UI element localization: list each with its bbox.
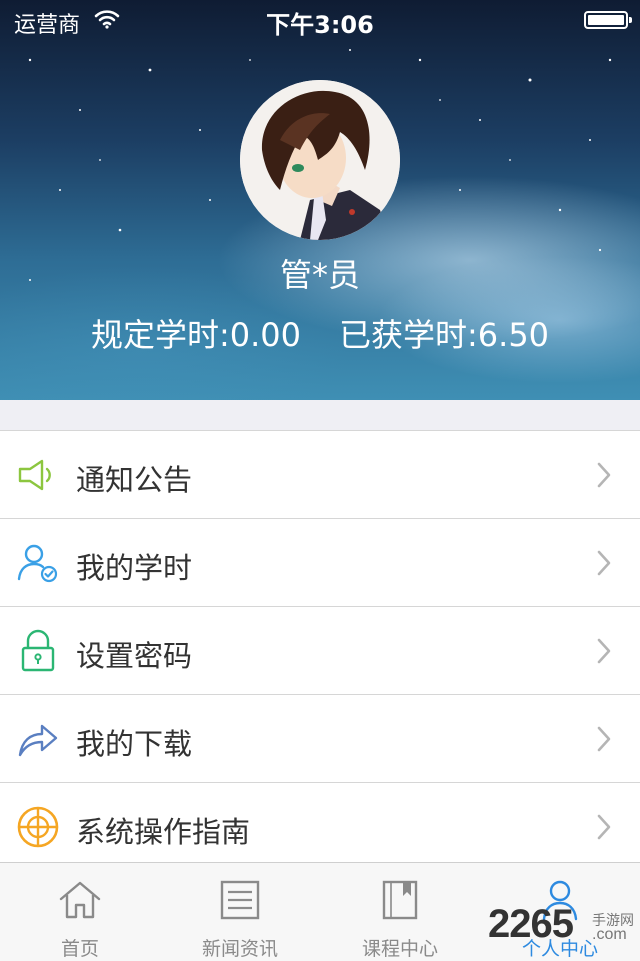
tab-news[interactable]: 新闻资讯 [160,863,320,961]
clock: 下午3:06 [266,11,374,39]
menu-item-label: 系统操作指南 [76,815,251,849]
chevron-right-icon [597,638,611,664]
chevron-right-icon [597,550,611,576]
profile-header: 运营商 下午3:06 管*员 规定学时:0.00 已获学时:6.50 [0,0,640,400]
avatar-image [240,80,400,240]
menu-item-system-guide[interactable]: 系统操作指南 [0,783,640,871]
avatar[interactable] [240,80,400,240]
watermark-number: 2265 [488,902,574,946]
tab-label: 新闻资讯 [201,938,278,960]
news-icon [220,880,260,920]
menu-item-my-hours[interactable]: 我的学时 [0,519,640,607]
tab-label: 首页 [60,938,99,960]
menu-item-label: 我的下载 [76,727,193,761]
menu-item-label: 通知公告 [76,463,193,497]
tab-home[interactable]: 首页 [0,863,160,961]
target-icon [17,806,59,848]
tab-courses[interactable]: 课程中心 [320,863,480,961]
lock-icon [21,629,55,672]
required-hours: 规定学时:0.00 [90,316,301,354]
share-arrow-icon [18,724,58,757]
home-icon [59,881,101,919]
status-bar: 运营商 下午3:06 [0,0,640,40]
chevron-right-icon [597,814,611,840]
chevron-right-icon [597,726,611,752]
earned-hours: 已获学时:6.50 [339,316,550,354]
user-check-icon [17,544,58,583]
menu-item-label: 设置密码 [76,639,193,673]
watermark-domain: .com [592,926,627,943]
menu-item-my-downloads[interactable]: 我的下载 [0,695,640,783]
menu-item-label: 我的学时 [76,551,193,585]
profile-menu: 通知公告 我的学时 设置密码 我的下载 系统操作指南 [0,430,640,871]
study-hours-summary: 规定学时:0.00 已获学时:6.50 [0,310,640,356]
menu-item-set-password[interactable]: 设置密码 [0,607,640,695]
megaphone-icon [18,459,51,491]
battery-icon [584,11,632,29]
tab-label: 课程中心 [361,938,438,960]
chevron-right-icon [597,462,611,488]
menu-item-notices[interactable]: 通知公告 [0,431,640,519]
username: 管*员 [279,256,360,294]
watermark: 2265 手游网 .com [488,902,634,947]
book-icon [382,880,418,920]
